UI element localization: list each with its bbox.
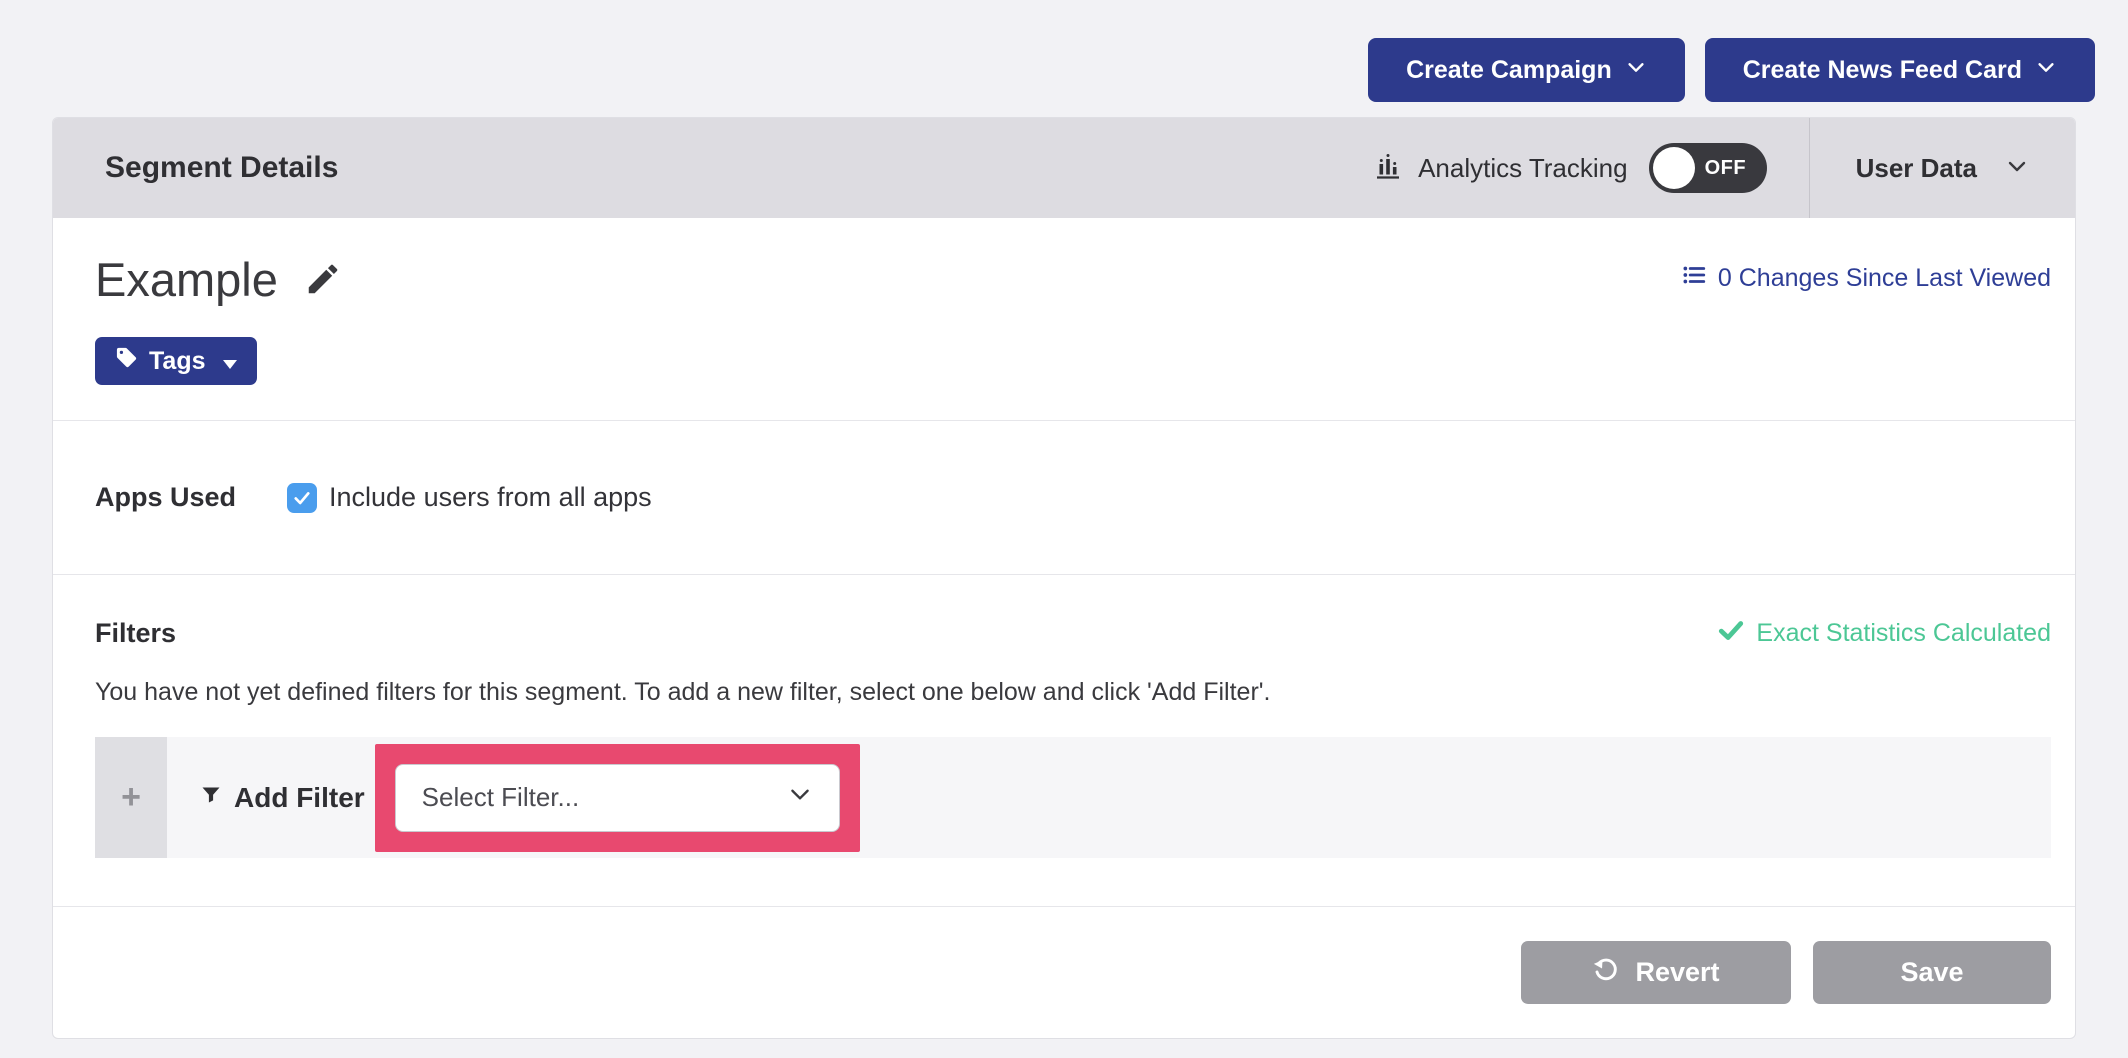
changes-since-last-viewed-link[interactable]: 0 Changes Since Last Viewed — [1681, 262, 2051, 295]
save-label: Save — [1900, 957, 1963, 988]
segment-title-block: Example Tags — [95, 252, 342, 385]
caret-down-icon — [223, 347, 237, 376]
add-filter-group-button[interactable]: + — [95, 737, 167, 858]
filters-empty-text: You have not yet defined filters for thi… — [95, 678, 2051, 707]
create-campaign-label: Create Campaign — [1406, 56, 1612, 85]
apps-used-section: Apps Used Include users from all apps — [53, 420, 2075, 574]
create-news-feed-card-button[interactable]: Create News Feed Card — [1705, 38, 2095, 102]
include-all-apps-option: Include users from all apps — [287, 482, 652, 513]
add-filter-label: Add Filter — [234, 782, 365, 814]
toggle-state-label: OFF — [1705, 157, 1747, 180]
save-button[interactable]: Save — [1813, 941, 2051, 1004]
card-footer: Revert Save — [53, 906, 2075, 1038]
analytics-tracking-group: Analytics Tracking OFF — [1331, 118, 1809, 218]
edit-pencil-icon[interactable] — [304, 260, 342, 303]
header-controls: Analytics Tracking OFF User Data — [1331, 118, 2075, 218]
tag-icon — [115, 346, 138, 376]
create-news-feed-card-label: Create News Feed Card — [1743, 56, 2022, 85]
highlight-annotation: Select Filter... — [375, 744, 860, 852]
tags-button[interactable]: Tags — [95, 337, 257, 385]
chevron-down-icon — [2035, 56, 2057, 85]
select-filter-placeholder: Select Filter... — [422, 782, 580, 813]
analytics-tracking-label: Analytics Tracking — [1418, 153, 1628, 184]
include-all-apps-checkbox[interactable] — [287, 483, 317, 513]
bar-chart-icon — [1373, 151, 1403, 186]
user-data-dropdown[interactable]: User Data — [1810, 118, 2075, 218]
segment-name: Example — [95, 252, 278, 307]
segment-details-card: Segment Details Analy — [52, 117, 2076, 1039]
filters-section: Filters Exact Statistics Calculated You … — [53, 574, 2075, 906]
top-action-bar: Create Campaign Create News Feed Card — [1368, 38, 2095, 102]
select-filter-dropdown[interactable]: Select Filter... — [395, 764, 840, 832]
page-title: Segment Details — [53, 151, 338, 185]
revert-button[interactable]: Revert — [1521, 941, 1791, 1004]
toggle-knob — [1653, 147, 1695, 189]
changes-link-label: 0 Changes Since Last Viewed — [1718, 264, 2051, 293]
page: Create Campaign Create News Feed Card Se… — [0, 0, 2128, 1058]
analytics-tracking-toggle[interactable]: OFF — [1649, 143, 1767, 193]
revert-label: Revert — [1635, 957, 1719, 988]
funnel-icon — [199, 782, 223, 814]
create-campaign-button[interactable]: Create Campaign — [1368, 38, 1685, 102]
add-filter-label-group: Add Filter — [199, 782, 365, 814]
chevron-down-icon — [2005, 154, 2029, 183]
chevron-down-icon — [1625, 56, 1647, 85]
check-icon — [1718, 617, 1744, 650]
include-all-apps-label: Include users from all apps — [329, 482, 652, 513]
filters-heading: Filters — [95, 618, 176, 649]
revert-icon — [1592, 955, 1620, 990]
chevron-down-icon — [787, 781, 813, 814]
card-header: Segment Details Analy — [53, 118, 2075, 218]
exact-statistics-status: Exact Statistics Calculated — [1718, 617, 2051, 650]
apps-used-label: Apps Used — [95, 482, 287, 513]
tags-label: Tags — [149, 347, 206, 376]
list-icon — [1681, 262, 1707, 295]
user-data-label: User Data — [1856, 153, 1977, 184]
plus-icon: + — [121, 778, 141, 817]
add-filter-row: + Add Filter Select Filter... — [95, 737, 2051, 858]
segment-title-section: Example Tags — [53, 218, 2075, 420]
exact-statistics-label: Exact Statistics Calculated — [1756, 619, 2051, 648]
